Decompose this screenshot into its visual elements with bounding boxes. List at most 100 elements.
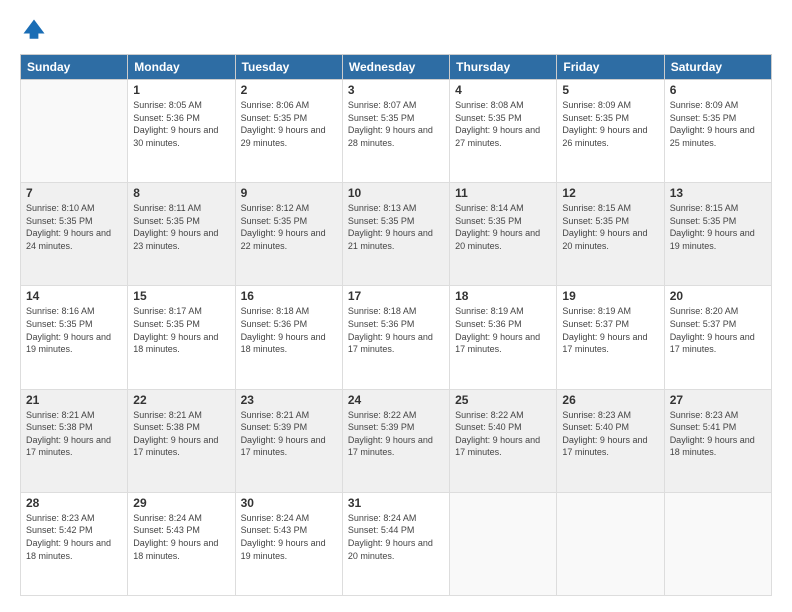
day-info: Sunrise: 8:08 AMSunset: 5:35 PMDaylight:… — [455, 99, 551, 149]
weekday-header: Friday — [557, 55, 664, 80]
calendar-day-cell: 31 Sunrise: 8:24 AMSunset: 5:44 PMDayligh… — [342, 492, 449, 595]
calendar-day-cell: 20 Sunrise: 8:20 AMSunset: 5:37 PMDayligh… — [664, 286, 771, 389]
day-info: Sunrise: 8:24 AMSunset: 5:43 PMDaylight:… — [133, 512, 229, 562]
day-info: Sunrise: 8:22 AMSunset: 5:39 PMDaylight:… — [348, 409, 444, 459]
weekday-header: Thursday — [450, 55, 557, 80]
day-number: 9 — [241, 186, 337, 200]
day-number: 3 — [348, 83, 444, 97]
day-number: 31 — [348, 496, 444, 510]
day-number: 13 — [670, 186, 766, 200]
calendar-day-cell: 29Sunrise: 8:24 AMSunset: 5:43 PMDayligh… — [128, 492, 235, 595]
day-number: 11 — [455, 186, 551, 200]
day-info: Sunrise: 8:17 AMSunset: 5:35 PMDaylight:… — [133, 305, 229, 355]
calendar-day-cell: 9Sunrise: 8:12 AMSunset: 5:35 PMDaylight… — [235, 183, 342, 286]
calendar-day-cell: 6 Sunrise: 8:09 AMSunset: 5:35 PMDaylight… — [664, 80, 771, 183]
day-info: Sunrise: 8:19 AMSunset: 5:36 PMDaylight:… — [455, 305, 551, 355]
calendar-day-cell: 28 Sunrise: 8:23 AMSunset: 5:42 PMDayligh… — [21, 492, 128, 595]
calendar-day-cell: 4 Sunrise: 8:08 AMSunset: 5:35 PMDaylight… — [450, 80, 557, 183]
calendar-day-cell: 30 Sunrise: 8:24 AMSunset: 5:43 PMDayligh… — [235, 492, 342, 595]
weekday-header: Sunday — [21, 55, 128, 80]
day-info: Sunrise: 8:24 AMSunset: 5:44 PMDaylight:… — [348, 512, 444, 562]
day-info: Sunrise: 8:06 AMSunset: 5:35 PMDaylight:… — [241, 99, 337, 149]
day-info: Sunrise: 8:13 AMSunset: 5:35 PMDaylight:… — [348, 202, 444, 252]
calendar-day-cell: 23 Sunrise: 8:21 AMSunset: 5:39 PMDayligh… — [235, 389, 342, 492]
logo — [20, 16, 52, 44]
calendar-day-cell: 8Sunrise: 8:11 AMSunset: 5:35 PMDaylight… — [128, 183, 235, 286]
day-info: Sunrise: 8:21 AMSunset: 5:39 PMDaylight:… — [241, 409, 337, 459]
day-info: Sunrise: 8:21 AMSunset: 5:38 PMDaylight:… — [133, 409, 229, 459]
day-number: 30 — [241, 496, 337, 510]
header — [20, 16, 772, 44]
day-number: 18 — [455, 289, 551, 303]
day-number: 16 — [241, 289, 337, 303]
calendar-table: SundayMondayTuesdayWednesdayThursdayFrid… — [20, 54, 772, 596]
calendar-day-cell — [21, 80, 128, 183]
calendar-week-row: 14 Sunrise: 8:16 AMSunset: 5:35 PMDayligh… — [21, 286, 772, 389]
day-number: 5 — [562, 83, 658, 97]
calendar-day-cell: 19 Sunrise: 8:19 AMSunset: 5:37 PMDayligh… — [557, 286, 664, 389]
day-number: 24 — [348, 393, 444, 407]
day-info: Sunrise: 8:16 AMSunset: 5:35 PMDaylight:… — [26, 305, 122, 355]
day-number: 22 — [133, 393, 229, 407]
day-number: 6 — [670, 83, 766, 97]
day-number: 12 — [562, 186, 658, 200]
calendar-day-cell: 13Sunrise: 8:15 AMSunset: 5:35 PMDayligh… — [664, 183, 771, 286]
weekday-header: Monday — [128, 55, 235, 80]
day-info: Sunrise: 8:07 AMSunset: 5:35 PMDaylight:… — [348, 99, 444, 149]
day-info: Sunrise: 8:20 AMSunset: 5:37 PMDaylight:… — [670, 305, 766, 355]
calendar-day-cell: 24 Sunrise: 8:22 AMSunset: 5:39 PMDayligh… — [342, 389, 449, 492]
day-info: Sunrise: 8:23 AMSunset: 5:41 PMDaylight:… — [670, 409, 766, 459]
day-number: 10 — [348, 186, 444, 200]
day-info: Sunrise: 8:18 AMSunset: 5:36 PMDaylight:… — [241, 305, 337, 355]
day-info: Sunrise: 8:09 AMSunset: 5:35 PMDaylight:… — [562, 99, 658, 149]
calendar-day-cell: 17 Sunrise: 8:18 AMSunset: 5:36 PMDayligh… — [342, 286, 449, 389]
calendar-day-cell: 14 Sunrise: 8:16 AMSunset: 5:35 PMDayligh… — [21, 286, 128, 389]
calendar-week-row: 21 Sunrise: 8:21 AMSunset: 5:38 PMDayligh… — [21, 389, 772, 492]
day-number: 4 — [455, 83, 551, 97]
day-number: 21 — [26, 393, 122, 407]
calendar-page: SundayMondayTuesdayWednesdayThursdayFrid… — [0, 0, 792, 612]
day-info: Sunrise: 8:09 AMSunset: 5:35 PMDaylight:… — [670, 99, 766, 149]
day-info: Sunrise: 8:23 AMSunset: 5:42 PMDaylight:… — [26, 512, 122, 562]
weekday-header: Tuesday — [235, 55, 342, 80]
calendar-day-cell — [557, 492, 664, 595]
calendar-header-row: SundayMondayTuesdayWednesdayThursdayFrid… — [21, 55, 772, 80]
calendar-day-cell: 7Sunrise: 8:10 AMSunset: 5:35 PMDaylight… — [21, 183, 128, 286]
day-number: 19 — [562, 289, 658, 303]
weekday-header: Saturday — [664, 55, 771, 80]
calendar-day-cell: 3 Sunrise: 8:07 AMSunset: 5:35 PMDaylight… — [342, 80, 449, 183]
calendar-day-cell: 26Sunrise: 8:23 AMSunset: 5:40 PMDayligh… — [557, 389, 664, 492]
day-info: Sunrise: 8:10 AMSunset: 5:35 PMDaylight:… — [26, 202, 122, 252]
day-info: Sunrise: 8:22 AMSunset: 5:40 PMDaylight:… — [455, 409, 551, 459]
calendar-day-cell: 5 Sunrise: 8:09 AMSunset: 5:35 PMDaylight… — [557, 80, 664, 183]
calendar-week-row: 1 Sunrise: 8:05 AMSunset: 5:36 PMDaylight… — [21, 80, 772, 183]
day-info: Sunrise: 8:19 AMSunset: 5:37 PMDaylight:… — [562, 305, 658, 355]
calendar-day-cell: 21 Sunrise: 8:21 AMSunset: 5:38 PMDayligh… — [21, 389, 128, 492]
day-number: 15 — [133, 289, 229, 303]
day-number: 23 — [241, 393, 337, 407]
day-info: Sunrise: 8:05 AMSunset: 5:36 PMDaylight:… — [133, 99, 229, 149]
day-number: 17 — [348, 289, 444, 303]
calendar-week-row: 7Sunrise: 8:10 AMSunset: 5:35 PMDaylight… — [21, 183, 772, 286]
calendar-day-cell: 15 Sunrise: 8:17 AMSunset: 5:35 PMDayligh… — [128, 286, 235, 389]
calendar-day-cell: 11Sunrise: 8:14 AMSunset: 5:35 PMDayligh… — [450, 183, 557, 286]
day-number: 26 — [562, 393, 658, 407]
day-number: 27 — [670, 393, 766, 407]
calendar-day-cell: 1 Sunrise: 8:05 AMSunset: 5:36 PMDaylight… — [128, 80, 235, 183]
day-number: 25 — [455, 393, 551, 407]
calendar-day-cell: 22 Sunrise: 8:21 AMSunset: 5:38 PMDayligh… — [128, 389, 235, 492]
logo-icon — [20, 16, 48, 44]
calendar-day-cell: 27 Sunrise: 8:23 AMSunset: 5:41 PMDayligh… — [664, 389, 771, 492]
day-number: 20 — [670, 289, 766, 303]
day-number: 28 — [26, 496, 122, 510]
day-number: 1 — [133, 83, 229, 97]
calendar-day-cell: 2 Sunrise: 8:06 AMSunset: 5:35 PMDaylight… — [235, 80, 342, 183]
calendar-week-row: 28 Sunrise: 8:23 AMSunset: 5:42 PMDayligh… — [21, 492, 772, 595]
calendar-day-cell: 12Sunrise: 8:15 AMSunset: 5:35 PMDayligh… — [557, 183, 664, 286]
day-info: Sunrise: 8:21 AMSunset: 5:38 PMDaylight:… — [26, 409, 122, 459]
day-info: Sunrise: 8:24 AMSunset: 5:43 PMDaylight:… — [241, 512, 337, 562]
weekday-header: Wednesday — [342, 55, 449, 80]
day-number: 2 — [241, 83, 337, 97]
day-number: 14 — [26, 289, 122, 303]
day-info: Sunrise: 8:18 AMSunset: 5:36 PMDaylight:… — [348, 305, 444, 355]
